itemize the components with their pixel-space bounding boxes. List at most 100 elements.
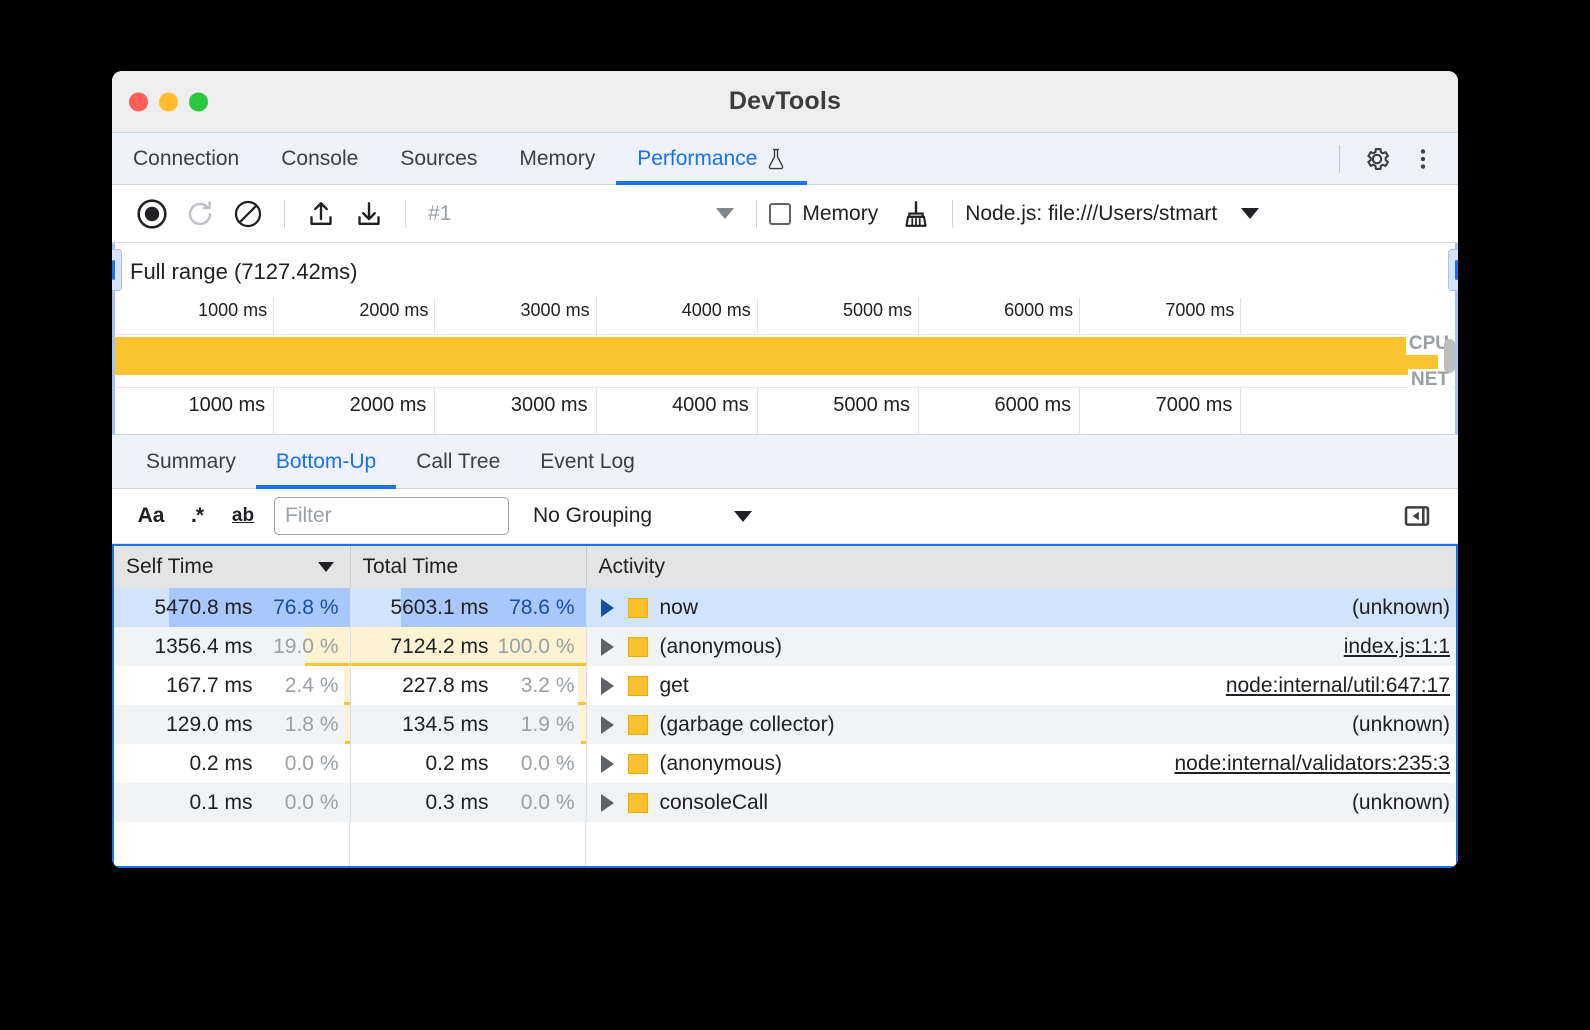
expand-triangle-icon[interactable] — [601, 677, 614, 695]
download-profile-button[interactable] — [345, 191, 393, 237]
tab-console[interactable]: Console — [260, 133, 379, 184]
tab-call-tree[interactable]: Call Tree — [396, 435, 520, 488]
expand-triangle-icon[interactable] — [601, 716, 614, 734]
maximize-window-button[interactable] — [189, 92, 208, 111]
toolbar-divider — [952, 200, 953, 228]
ruler-tick-label: 2000 ms — [350, 394, 427, 417]
total-time-value: 0.3 ms — [425, 791, 488, 815]
percent-gauge — [578, 666, 586, 705]
ruler-tick: 7000 ms — [1240, 298, 1241, 334]
tab-bottom-up[interactable]: Bottom-Up — [256, 435, 396, 488]
ruler-tick-label: 4000 ms — [672, 394, 749, 417]
column-header-total-time[interactable]: Total Time — [350, 546, 586, 588]
tab-performance[interactable]: Performance — [616, 133, 807, 184]
ruler-tick: 6000 ms — [1079, 388, 1080, 434]
reload-icon — [185, 199, 215, 229]
grid-cell: 227.8 ms3.2 % — [350, 666, 586, 705]
activity-color-swatch — [628, 676, 648, 696]
toolbar-divider — [284, 200, 285, 228]
selection-right-handle[interactable] — [1448, 249, 1458, 291]
ruler-tick: 1000 ms — [273, 298, 274, 334]
detail-pane-tabs: Summary Bottom-Up Call Tree Event Log — [112, 435, 1458, 489]
table-row[interactable]: 167.7 ms2.4 %227.8 ms3.2 %getnode:intern… — [114, 666, 1456, 705]
grid-cell: now(unknown) — [586, 588, 1456, 627]
table-row[interactable]: 129.0 ms1.8 %134.5 ms1.9 %(garbage colle… — [114, 705, 1456, 744]
expand-triangle-icon[interactable] — [601, 794, 614, 812]
expand-triangle-icon[interactable] — [601, 599, 614, 617]
sidebar-toggle-button[interactable] — [1394, 496, 1440, 536]
source-link[interactable]: node:internal/util:647:17 — [1226, 674, 1456, 698]
target-selector[interactable]: Node.js: file:///Users/stmart — [965, 202, 1259, 226]
recording-selector[interactable] — [716, 208, 734, 219]
self-time-value: 0.2 ms — [189, 752, 252, 776]
overview-bottom-ruler: 1000 ms2000 ms3000 ms4000 ms5000 ms6000 … — [112, 388, 1458, 434]
tab-event-log[interactable]: Event Log — [520, 435, 655, 488]
cpu-activity-bar — [112, 337, 1438, 375]
expand-triangle-icon[interactable] — [601, 638, 614, 656]
source-link[interactable]: node:internal/validators:235:3 — [1174, 752, 1456, 776]
ruler-tick: 5000 ms — [918, 388, 919, 434]
table-row[interactable]: 0.1 ms0.0 %0.3 ms0.0 %consoleCall(unknow… — [114, 783, 1456, 822]
bottom-up-datagrid[interactable]: Self Time Total Time Activity 5470.8 ms7… — [112, 544, 1458, 868]
activity-color-swatch — [628, 715, 648, 735]
expand-triangle-icon[interactable] — [601, 755, 614, 773]
overview-scrollbar-thumb[interactable] — [1444, 339, 1455, 373]
more-options-button[interactable] — [1402, 138, 1444, 180]
grid-cell: (garbage collector)(unknown) — [586, 705, 1456, 744]
table-row[interactable]: 1356.4 ms19.0 %7124.2 ms100.0 %(anonymou… — [114, 627, 1456, 666]
grid-cell: 0.2 ms0.0 % — [350, 744, 586, 783]
collect-garbage-button[interactable] — [892, 191, 940, 237]
overview-top-ruler: 1000 ms2000 ms3000 ms4000 ms5000 ms6000 … — [112, 298, 1458, 334]
tab-sources[interactable]: Sources — [379, 133, 498, 184]
close-window-button[interactable] — [129, 92, 148, 111]
settings-button[interactable] — [1356, 138, 1398, 180]
timeline-overview[interactable]: Full range (7127.42ms) 1000 ms2000 ms300… — [112, 243, 1458, 435]
grid-cell: (anonymous)node:internal/validators:235:… — [586, 744, 1456, 783]
tab-memory[interactable]: Memory — [498, 133, 616, 184]
sort-descending-icon — [318, 562, 334, 572]
source-link[interactable]: index.js:1:1 — [1344, 635, 1456, 659]
chevron-down-icon — [1241, 208, 1259, 219]
chevron-down-icon — [734, 511, 752, 522]
clear-recording-button[interactable] — [224, 191, 272, 237]
minimize-window-button[interactable] — [159, 92, 178, 111]
regex-button[interactable]: .* — [174, 496, 220, 536]
column-header-self-time[interactable]: Self Time — [114, 546, 350, 588]
reload-and-record-button[interactable] — [176, 191, 224, 237]
grouping-dropdown[interactable]: No Grouping — [533, 504, 752, 528]
table-row[interactable]: 5470.8 ms76.8 %5603.1 ms78.6 %now(unknow… — [114, 588, 1456, 627]
upload-profile-button[interactable] — [297, 191, 345, 237]
activity-name: now — [660, 596, 699, 620]
filter-input[interactable] — [274, 497, 509, 535]
whole-word-button[interactable]: ab — [220, 496, 266, 536]
download-icon — [354, 199, 384, 229]
percent-gauge — [345, 705, 350, 744]
self-time-percent: 2.4 % — [253, 674, 339, 698]
ruler-tick: 6000 ms — [1079, 298, 1080, 334]
memory-checkbox-group[interactable]: Memory — [769, 202, 878, 226]
grid-cell: getnode:internal/util:647:17 — [586, 666, 1456, 705]
ruler-tick-label: 5000 ms — [843, 300, 912, 321]
record-button[interactable] — [128, 191, 176, 237]
percent-gauge — [581, 705, 586, 744]
grid-cell: 0.3 ms0.0 % — [350, 783, 586, 822]
table-row[interactable]: 0.2 ms0.0 %0.2 ms0.0 %(anonymous)node:in… — [114, 744, 1456, 783]
total-time-value: 7124.2 ms — [390, 635, 488, 659]
devtools-window: DevTools Connection Console Sources Memo… — [112, 71, 1458, 868]
ruler-tick-label: 2000 ms — [359, 300, 428, 321]
tab-summary-label: Summary — [146, 450, 236, 474]
column-header-activity[interactable]: Activity — [586, 546, 1456, 588]
recording-toolbar: #1 Memory Node.js: file:///Users/stmart — [112, 185, 1458, 243]
memory-checkbox[interactable] — [769, 203, 791, 225]
grid-cell: 134.5 ms1.9 % — [350, 705, 586, 744]
tab-summary[interactable]: Summary — [126, 435, 256, 488]
activity-name: consoleCall — [660, 791, 769, 815]
total-time-percent: 100.0 % — [489, 635, 575, 659]
ruler-tick-label: 3000 ms — [511, 394, 588, 417]
window-titlebar: DevTools — [112, 71, 1458, 133]
tab-connection[interactable]: Connection — [112, 133, 260, 184]
match-case-button[interactable]: Aa — [128, 496, 174, 536]
selection-left-handle[interactable] — [112, 249, 122, 291]
total-time-percent: 0.0 % — [489, 752, 575, 776]
memory-label: Memory — [802, 202, 878, 226]
